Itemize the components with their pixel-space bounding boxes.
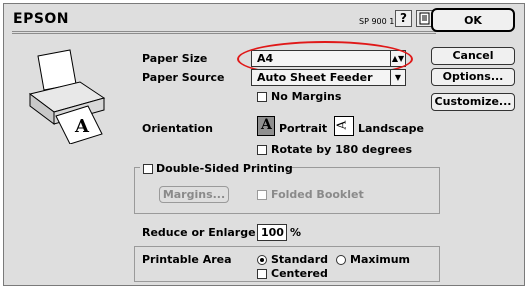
portrait-icon[interactable]: A	[257, 116, 275, 136]
no-margins-checkbox[interactable]	[257, 92, 267, 102]
portrait-glyph: A	[261, 117, 272, 133]
no-margins-label: No Margins	[271, 90, 342, 103]
paper-source-select[interactable]: Auto Sheet Feeder ▼	[251, 69, 406, 86]
header-divider	[12, 31, 436, 32]
maximum-label: Maximum	[350, 253, 410, 266]
select-arrows-icon: ▼	[390, 70, 405, 85]
portrait-label[interactable]: Portrait	[279, 122, 327, 135]
orientation-label: Orientation	[142, 122, 213, 135]
standard-radio[interactable]	[257, 255, 267, 265]
reduce-enlarge-label: Reduce or Enlarge	[142, 226, 256, 239]
centered-checkbox[interactable]	[257, 269, 267, 279]
double-sided-checkbox[interactable]	[143, 164, 153, 174]
printer-illustration: A	[28, 49, 106, 144]
standard-label: Standard	[271, 253, 329, 266]
percent-unit: %	[290, 226, 302, 239]
rotate-checkbox[interactable]	[257, 145, 267, 155]
rotate-label: Rotate by 180 degrees	[271, 143, 413, 156]
paper-size-label: Paper Size	[142, 52, 208, 65]
options-button[interactable]: Options...	[431, 68, 515, 86]
printer-utility-icon	[419, 12, 430, 25]
folded-booklet-label: Folded Booklet	[271, 188, 364, 201]
customize-button[interactable]: Customize...	[431, 93, 515, 111]
page-setup-dialog: EPSON SP 900 1.10E ? OK Cancel Options..…	[3, 3, 525, 286]
brand-title: EPSON	[13, 11, 70, 27]
margins-button[interactable]: Margins...	[159, 186, 229, 203]
landscape-label[interactable]: Landscape	[358, 122, 424, 135]
reduce-enlarge-input[interactable]: 100	[257, 224, 287, 241]
ok-button[interactable]: OK	[431, 8, 515, 32]
help-button[interactable]: ?	[395, 10, 412, 27]
centered-label: Centered	[271, 267, 328, 280]
printable-area-label: Printable Area	[142, 253, 232, 266]
printer-page-glyph: A	[74, 116, 90, 137]
cancel-button[interactable]: Cancel	[431, 47, 515, 65]
paper-source-value: Auto Sheet Feeder	[257, 71, 373, 84]
double-sided-label: Double-Sided Printing	[156, 162, 293, 175]
double-sided-header: Double-Sided Printing	[140, 161, 293, 175]
landscape-glyph: A	[334, 120, 349, 130]
landscape-icon[interactable]: A	[334, 116, 354, 136]
folded-booklet-checkbox[interactable]	[257, 190, 267, 200]
header-divider-2	[12, 33, 436, 34]
paper-source-label: Paper Source	[142, 71, 225, 84]
maximum-radio[interactable]	[336, 255, 346, 265]
